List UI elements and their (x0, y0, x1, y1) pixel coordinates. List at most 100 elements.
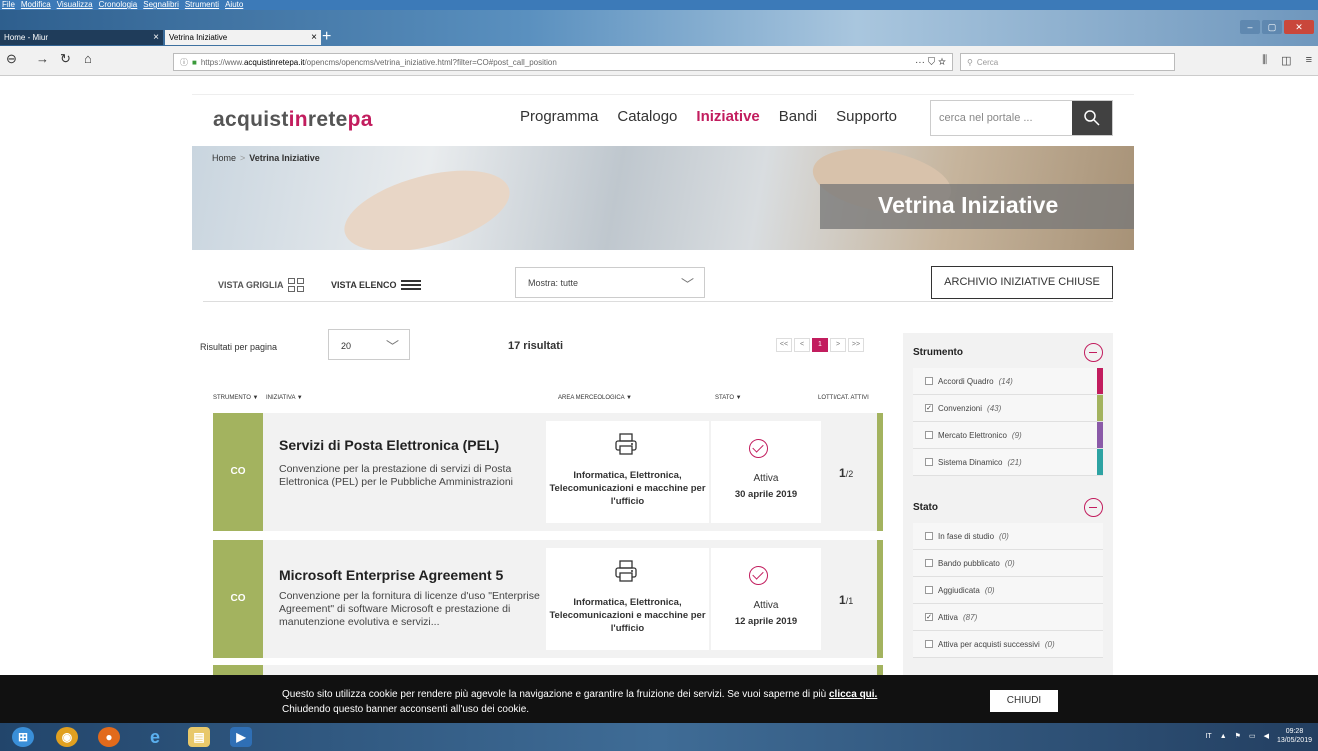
checkbox[interactable]: ✓ (925, 404, 933, 412)
rpp-value: 20 (341, 341, 352, 351)
checkbox[interactable]: ✓ (925, 613, 933, 621)
checkbox[interactable] (925, 532, 933, 540)
media-player-icon[interactable]: ▶ (230, 727, 252, 747)
mostra-select[interactable]: Mostra: tutte ﹀ (515, 267, 705, 298)
cookie-close-button[interactable]: CHIUDI (990, 690, 1058, 712)
hamburger-menu-icon[interactable]: ≡ (1306, 54, 1312, 67)
logo-accent: in (288, 108, 308, 131)
header-iniziativa[interactable]: INIZIATIVA ▼ (266, 395, 303, 401)
nav-programma[interactable]: Programma (520, 108, 598, 125)
menu-modifica[interactable]: Modifica (21, 0, 51, 10)
facet-sistema-dinamico[interactable]: Sistema Dinamico (21) (913, 449, 1103, 476)
library-icon[interactable]: ⫼ (1262, 54, 1267, 67)
checkbox[interactable] (925, 586, 933, 594)
reload-icon[interactable]: ↻ (60, 51, 71, 67)
forward-icon[interactable]: → (36, 51, 49, 66)
nav-bandi[interactable]: Bandi (779, 108, 817, 125)
color-bar (1097, 449, 1103, 475)
collapse-stato-icon[interactable] (1084, 498, 1103, 517)
facet-convenzioni[interactable]: ✓ Convenzioni (43) (913, 395, 1103, 422)
clock-time: 09:28 (1285, 728, 1304, 735)
sidebar-icon[interactable]: ◫ (1281, 54, 1291, 67)
cookie-info-link[interactable]: clicca qui. (829, 689, 877, 700)
rpp-label: Risultati per pagina (200, 342, 278, 352)
iniziativa-title[interactable]: Servizi di Posta Elettronica (PEL) (279, 437, 499, 453)
breadcrumb-home[interactable]: Home (212, 153, 236, 163)
close-tab-icon[interactable]: × (153, 32, 159, 43)
iniziativa-card[interactable]: CO Servizi di Posta Elettronica (PEL) Co… (213, 413, 883, 531)
menu-cronologia[interactable]: Cronologia (99, 0, 138, 10)
chrome-icon[interactable]: ◉ (56, 727, 78, 747)
pager-page-1[interactable]: 1 (812, 338, 828, 352)
header-area[interactable]: AREA MERCEOLOGICA ▼ (558, 395, 632, 401)
cookie-text-line2: Chiudendo questo banner acconsenti all'u… (282, 704, 530, 715)
language-indicator[interactable]: IT (1205, 733, 1211, 740)
url-bar[interactable]: ⓘ ■ https://www. acquistinretepa.it/openc… (173, 53, 953, 71)
menu-strumenti[interactable]: Strumenti (185, 0, 219, 10)
site-logo[interactable]: acquistinretepa (213, 108, 373, 132)
checkbox[interactable] (925, 559, 933, 567)
maximize-button[interactable]: ▢ (1262, 20, 1282, 34)
nav-supporto[interactable]: Supporto (836, 108, 897, 125)
archivio-button[interactable]: ARCHIVIO INIZIATIVE CHIUSE (931, 266, 1113, 299)
rpp-select[interactable]: 20 ﹀ (328, 329, 410, 360)
iniziativa-title[interactable]: Microsoft Enterprise Agreement 5 (279, 567, 503, 583)
internet-explorer-icon[interactable]: e (144, 727, 166, 747)
tab-vetrina[interactable]: Vetrina Iniziative × (165, 30, 321, 45)
header-stato[interactable]: STATO ▼ (715, 395, 742, 401)
clock[interactable]: 09:28 13/05/2019 (1277, 727, 1312, 745)
back-icon[interactable]: ⊖ (6, 51, 17, 67)
vista-griglia-button[interactable]: VISTA GRIGLIA (218, 278, 304, 292)
pager-last[interactable]: >> (848, 338, 864, 352)
portal-search-button[interactable] (1072, 101, 1112, 135)
checkbox[interactable] (925, 458, 933, 466)
header-lotti: LOTTI/CAT. ATTIVI (818, 395, 869, 401)
facet-mercato-elettronico[interactable]: Mercato Elettronico (9) (913, 422, 1103, 449)
close-tab-icon[interactable]: × (311, 32, 317, 43)
nav-catalogo[interactable]: Catalogo (617, 108, 677, 125)
pager-prev[interactable]: < (794, 338, 810, 352)
firefox-icon[interactable]: ● (98, 727, 120, 747)
logo-accent: pa (347, 108, 373, 131)
home-icon[interactable]: ⌂ (84, 51, 92, 66)
checkbox[interactable] (925, 377, 933, 385)
portal-search-input[interactable]: cerca nel portale ... (931, 101, 1072, 135)
stato-value: Attiva (753, 600, 779, 611)
menu-segnalibri[interactable]: Segnalibri (143, 0, 179, 10)
menu-visualizza[interactable]: Visualizza (57, 0, 93, 10)
area-cell: Informatica, Elettronica, Telecomunicazi… (546, 421, 709, 523)
facet-accordi-quadro[interactable]: Accordi Quadro (14) (913, 368, 1103, 395)
flag-icon[interactable]: ⚑ (1235, 732, 1241, 740)
minimize-button[interactable]: – (1240, 20, 1260, 34)
network-icon[interactable]: ▭ (1249, 732, 1256, 740)
pager-next[interactable]: > (830, 338, 846, 352)
volume-icon[interactable]: ◀ (1264, 732, 1269, 740)
iniziativa-card[interactable]: CO Microsoft Enterprise Agreement 5 Conv… (213, 540, 883, 658)
search-placeholder: Cerca (976, 57, 999, 67)
facet-aggiudicata[interactable]: Aggiudicata (0) (913, 577, 1103, 604)
checkbox[interactable] (925, 640, 933, 648)
menu-file[interactable]: File (2, 0, 15, 10)
file-explorer-icon[interactable]: ▤ (188, 727, 210, 747)
search-icon (1084, 110, 1100, 126)
facet-bando-pubblicato[interactable]: Bando pubblicato (0) (913, 550, 1103, 577)
collapse-strumento-icon[interactable] (1084, 343, 1103, 362)
new-tab-icon[interactable]: + (322, 28, 331, 46)
facet-attiva[interactable]: ✓ Attiva (87) (913, 604, 1103, 631)
vista-elenco-button[interactable]: VISTA ELENCO (331, 278, 421, 292)
checkbox[interactable] (925, 431, 933, 439)
nav-iniziative[interactable]: Iniziative (696, 108, 759, 125)
info-icon[interactable]: ⓘ (180, 57, 188, 68)
pager-first[interactable]: << (776, 338, 792, 352)
tab-home-miur[interactable]: Home - Miur × (0, 30, 163, 45)
start-button-icon[interactable]: ⊞ (12, 727, 34, 747)
close-window-button[interactable]: ✕ (1284, 20, 1314, 34)
page-actions-icon[interactable]: ··· ⛉ ☆ (915, 57, 946, 68)
browser-search-input[interactable]: ⚲ Cerca (960, 53, 1175, 71)
menu-aiuto[interactable]: Aiuto (225, 0, 243, 10)
facet-in-fase-di-studio[interactable]: In fase di studio (0) (913, 523, 1103, 550)
show-hidden-icons-icon[interactable]: ▲ (1220, 733, 1227, 740)
iniziativa-card[interactable] (213, 665, 883, 675)
facet-attiva-acquisti-successivi[interactable]: Attiva per acquisti successivi (0) (913, 631, 1103, 658)
header-strumento[interactable]: STRUMENTO ▼ (213, 395, 259, 401)
